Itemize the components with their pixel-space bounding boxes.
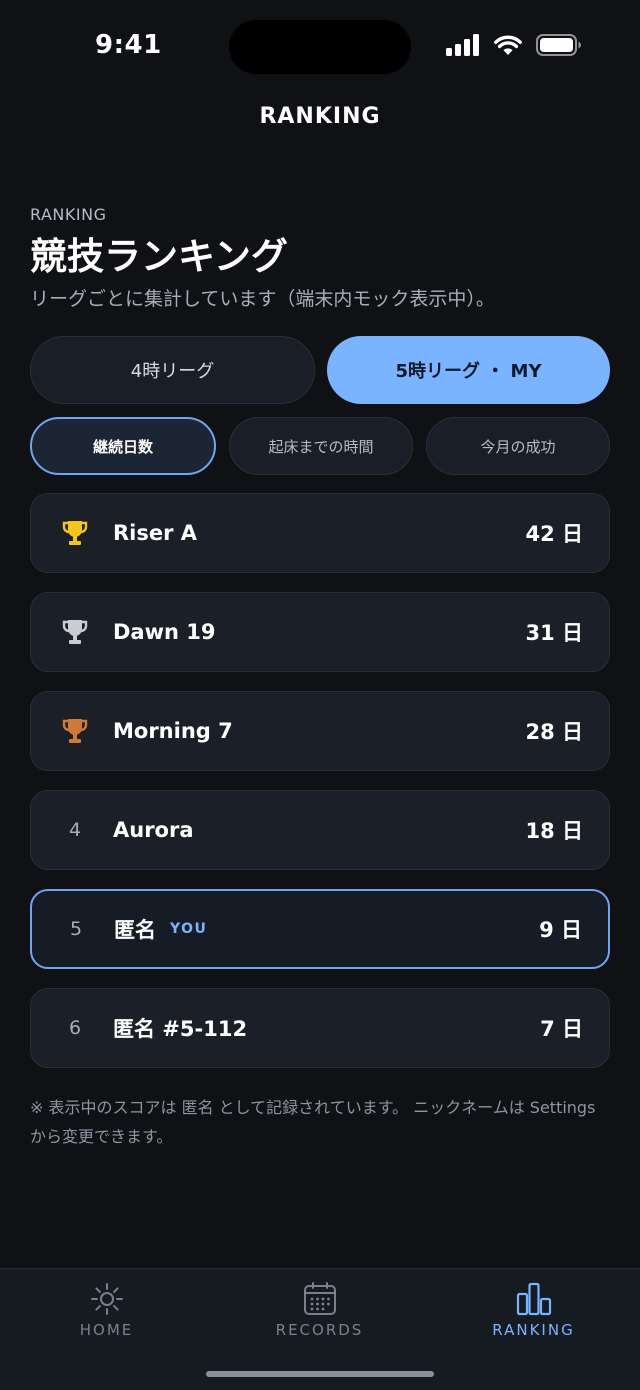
ranking-row[interactable]: Riser A 42 日: [30, 493, 610, 573]
tab-records[interactable]: RECORDS: [213, 1279, 426, 1339]
silver-trophy-icon: [62, 620, 88, 644]
ranking-row[interactable]: 4 Aurora 18 日: [30, 790, 610, 870]
ranking-row[interactable]: 6 匿名 #5-112 7 日: [30, 988, 610, 1068]
tab-monthly-success[interactable]: 今月の成功: [426, 417, 610, 475]
player-name: Riser A: [113, 521, 198, 545]
tab-records-label: RECORDS: [275, 1321, 364, 1339]
gold-trophy-icon: [62, 521, 88, 545]
battery-icon: [536, 34, 581, 56]
rank-number: 4: [68, 819, 82, 841]
page-subtitle: リーグごとに集計しています（端末内モック表示中）。: [30, 288, 495, 310]
ranking-list: Riser A 42 日 Dawn 19 31 日 Morning 7 28 日…: [30, 493, 610, 1087]
wifi-icon: [494, 35, 522, 55]
player-name: 匿名: [114, 918, 156, 942]
tab-home-label: HOME: [79, 1321, 134, 1339]
tab-time-to-wake[interactable]: 起床までの時間: [229, 417, 413, 475]
ranking-row[interactable]: Dawn 19 31 日: [30, 592, 610, 672]
rank-indicator: [57, 593, 93, 671]
status-time: 9:41: [95, 30, 162, 60]
nav-title: RANKING: [259, 104, 381, 129]
player-name: 匿名 #5-112: [113, 1017, 248, 1041]
section-eyebrow: RANKING: [30, 205, 107, 224]
player-score: 7 日: [540, 1017, 583, 1041]
ranking-row[interactable]: Morning 7 28 日: [30, 691, 610, 771]
status-bar: 9:41: [0, 0, 640, 96]
page-title: 競技ランキング: [30, 235, 288, 278]
rank-number: 6: [68, 1017, 82, 1039]
dynamic-island: [229, 20, 411, 74]
ranking-screen: 9:41 RANKING RANKING 競技ランキング リーグごとに集計してい…: [0, 0, 640, 1390]
status-icons: [446, 34, 582, 56]
tab-home[interactable]: HOME: [0, 1279, 213, 1339]
player-name: Dawn 19: [113, 620, 216, 644]
home-indicator: [206, 1371, 434, 1377]
rank-indicator: [57, 692, 93, 770]
league-button-5am[interactable]: 5時リーグ ・ MY: [327, 336, 610, 404]
player-score: 9 日: [539, 918, 582, 942]
sun-icon: [89, 1279, 125, 1319]
footnote: ※ 表示中のスコアは 匿名 として記録されています。 ニックネームは Setti…: [30, 1098, 596, 1146]
rank-number: 5: [69, 918, 83, 940]
bronze-trophy-icon: [62, 719, 88, 743]
ranking-row-current-user[interactable]: 5 匿名 YOU 9 日: [30, 889, 610, 969]
player-score: 31 日: [525, 621, 583, 645]
player-name-wrapper: 匿名 YOU: [114, 891, 207, 967]
tab-ranking[interactable]: RANKING: [427, 1279, 640, 1339]
player-score: 28 日: [525, 720, 583, 744]
calendar-icon: [302, 1279, 338, 1319]
league-button-4am[interactable]: 4時リーグ: [30, 336, 315, 404]
player-name: Morning 7: [113, 719, 233, 743]
tab-ranking-label: RANKING: [492, 1321, 575, 1339]
bar-chart-icon: [515, 1279, 553, 1319]
cellular-signal-icon: [446, 34, 479, 56]
tab-streak-days[interactable]: 継続日数: [30, 417, 216, 475]
you-badge: YOU: [170, 921, 208, 937]
league-selector: 4時リーグ 5時リーグ ・ MY: [30, 336, 610, 404]
player-name: Aurora: [113, 818, 194, 842]
player-score: 42 日: [525, 522, 583, 546]
metric-tabs: 継続日数 起床までの時間 今月の成功: [30, 417, 610, 475]
rank-indicator: [57, 494, 93, 572]
player-score: 18 日: [525, 819, 583, 843]
